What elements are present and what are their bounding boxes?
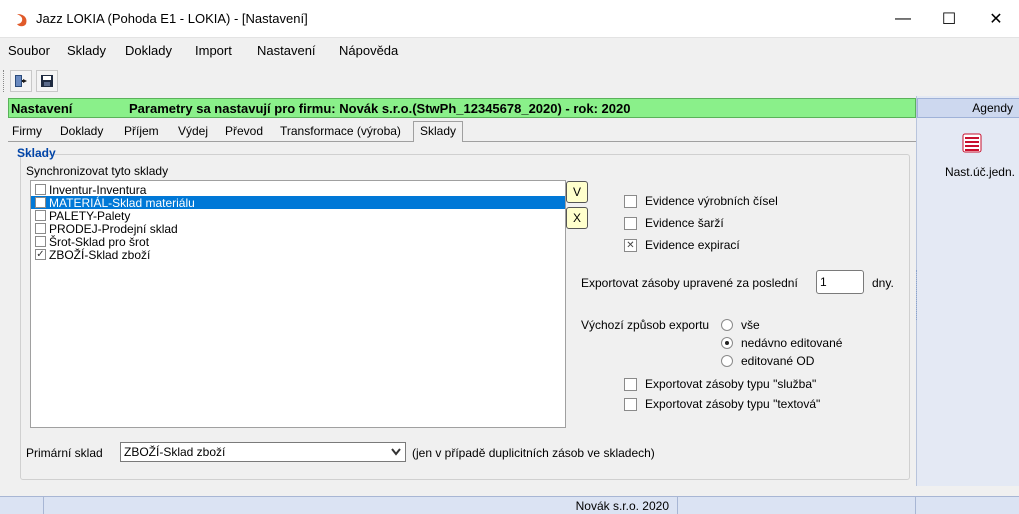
checkbox[interactable]: ✕ <box>624 238 637 252</box>
settings-header: Nastavení Parametry sa nastavují pro fir… <box>8 98 916 118</box>
tab-prevod[interactable]: Převod <box>225 124 263 138</box>
primary-note: (jen v případě duplicitních zásob ve skl… <box>412 446 655 460</box>
option-label: Exportovat zásoby typu "textová" <box>645 397 821 411</box>
menu-sklady[interactable]: Sklady <box>67 43 106 58</box>
section-name: Nastavení <box>11 101 73 116</box>
tab-doklady[interactable]: Doklady <box>60 124 103 138</box>
title-bar: Jazz LOKIA (Pohoda E1 - LOKIA) - [Nastav… <box>0 0 1019 38</box>
radio[interactable] <box>721 319 733 331</box>
exit-icon <box>15 75 27 87</box>
list-item-label: Inventur-Inventura <box>49 182 147 197</box>
menu-napoveda[interactable]: Nápověda <box>339 43 398 58</box>
status-cell <box>0 497 44 514</box>
primary-label: Primární sklad <box>26 446 103 460</box>
export-days-unit: dny. <box>872 276 894 290</box>
primary-value: ZBOŽÍ-Sklad zboží <box>124 445 226 459</box>
option-label: Evidence expirací <box>645 238 740 252</box>
list-item[interactable]: Inventur-Inventura <box>31 182 565 197</box>
radio[interactable] <box>721 337 733 349</box>
settings-list-icon[interactable] <box>961 132 983 154</box>
list-item-checkbox[interactable] <box>35 223 46 234</box>
list-item[interactable]: Šrot-Sklad pro šrot <box>31 234 565 249</box>
list-item-checkbox[interactable]: ✓ <box>35 249 46 260</box>
tab-sklady[interactable]: Sklady <box>413 121 464 142</box>
panel-splitter[interactable] <box>916 270 919 320</box>
radio-nedavno-editovane[interactable]: nedávno editované <box>721 336 842 350</box>
agendy-item-label[interactable]: Nast.úč.jedn. <box>917 165 1019 179</box>
company-info: Parametry sa nastavují pro firmu: Novák … <box>129 101 631 116</box>
close-button[interactable]: ✕ <box>973 0 1019 38</box>
list-item[interactable]: ✓ ZBOŽÍ-Sklad zboží <box>31 247 565 262</box>
menu-soubor[interactable]: Soubor <box>8 43 50 58</box>
status-bar: Novák s.r.o. 2020 <box>0 496 1019 514</box>
app-logo-icon <box>17 14 27 27</box>
radio-label: vše <box>741 318 760 332</box>
evidence-vyrobnich-cisel[interactable]: Evidence výrobních čísel <box>624 194 778 208</box>
export-days-label: Exportovat zásoby upravené za poslední <box>581 276 798 290</box>
option-label: Evidence výrobních čísel <box>645 194 778 208</box>
checkbox[interactable] <box>624 397 637 411</box>
agendy-panel: Agendy Nast.úč.jedn. <box>916 96 1019 486</box>
group-title: Sklady <box>17 146 56 160</box>
warehouse-list[interactable]: Inventur-Inventura MATERIÁL-Sklad materi… <box>30 180 566 428</box>
tab-prijem[interactable]: Příjem <box>124 124 159 138</box>
save-button[interactable] <box>36 70 58 92</box>
export-sluzba[interactable]: Exportovat zásoby typu "služba" <box>624 377 816 391</box>
maximize-button[interactable]: ☐ <box>926 0 972 38</box>
exit-button[interactable] <box>10 70 32 92</box>
chevron-down-icon[interactable] <box>389 445 403 459</box>
option-label: Evidence šarží <box>645 216 724 230</box>
tab-strip: Firmy Doklady Příjem Výdej Převod Transf… <box>8 120 916 142</box>
export-days-input[interactable]: 1 <box>816 270 864 294</box>
list-item[interactable]: PRODEJ-Prodejní sklad <box>31 221 565 236</box>
status-cell <box>678 497 916 514</box>
evidence-expiraci[interactable]: ✕ Evidence expirací <box>624 238 740 252</box>
minimize-button[interactable]: — <box>880 0 926 38</box>
agendy-title: Agendy <box>917 98 1019 118</box>
radio-label: nedávno editované <box>741 336 843 350</box>
toolbar <box>0 62 1019 96</box>
checkbox[interactable] <box>624 194 637 208</box>
export-mode-label: Výchozí způsob exportu <box>581 318 710 332</box>
radio-label: editované OD <box>741 354 815 368</box>
list-item-checkbox[interactable] <box>35 184 46 195</box>
toolbar-grip[interactable] <box>3 70 6 92</box>
checkbox[interactable] <box>624 377 637 391</box>
tab-firmy[interactable]: Firmy <box>12 124 42 138</box>
list-item-label: PALETY-Palety <box>49 208 131 223</box>
list-item[interactable]: PALETY-Palety <box>31 208 565 223</box>
list-item-label: Šrot-Sklad pro šrot <box>49 234 150 249</box>
list-item-checkbox[interactable] <box>35 236 46 247</box>
tab-transformace[interactable]: Transformace (výroba) <box>280 124 401 138</box>
radio-editovane-od[interactable]: editované OD <box>721 354 814 368</box>
sync-label: Synchronizovat tyto sklady <box>26 164 169 178</box>
option-label: Exportovat zásoby typu "služba" <box>645 377 817 391</box>
window-title: Jazz LOKIA (Pohoda E1 - LOKIA) - [Nastav… <box>36 11 308 26</box>
menu-nastaveni[interactable]: Nastavení <box>257 43 316 58</box>
clear-all-button[interactable]: X <box>566 207 588 229</box>
menu-bar: Soubor Sklady Doklady Import Nastavení N… <box>0 38 1019 62</box>
list-item-checkbox[interactable] <box>35 197 46 208</box>
menu-import[interactable]: Import <box>195 43 232 58</box>
radio[interactable] <box>721 355 733 367</box>
settings-panel: Nastavení Parametry sa nastavují pro fir… <box>8 98 916 484</box>
list-item-label: ZBOŽÍ-Sklad zboží <box>49 247 151 262</box>
save-icon <box>41 75 53 87</box>
list-item-label: MATERIÁL-Sklad materiálu <box>49 195 195 210</box>
tab-vydej[interactable]: Výdej <box>178 124 208 138</box>
primary-select[interactable]: ZBOŽÍ-Sklad zboží <box>120 442 406 462</box>
status-company: Novák s.r.o. 2020 <box>44 497 678 514</box>
evidence-sarzi[interactable]: Evidence šarží <box>624 216 724 230</box>
list-item-checkbox[interactable] <box>35 210 46 221</box>
list-item-label: PRODEJ-Prodejní sklad <box>49 221 178 236</box>
export-textova[interactable]: Exportovat zásoby typu "textová" <box>624 397 820 411</box>
select-all-button[interactable]: V <box>566 181 588 203</box>
checkbox[interactable] <box>624 216 637 230</box>
list-item[interactable]: MATERIÁL-Sklad materiálu <box>31 195 565 210</box>
radio-vse[interactable]: vše <box>721 318 760 332</box>
menu-doklady[interactable]: Doklady <box>125 43 172 58</box>
